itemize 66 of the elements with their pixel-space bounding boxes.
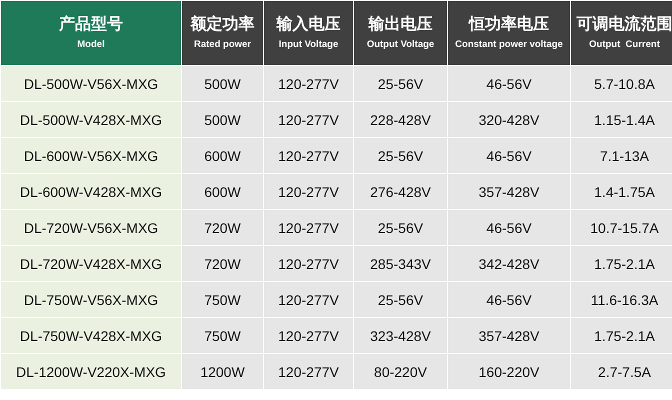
table-cell: 160-220V bbox=[448, 354, 570, 390]
column-title: 可调电流范围 bbox=[576, 14, 672, 34]
table-cell: 7.1-13A bbox=[570, 138, 672, 174]
model-name: DL-750W-V56X-MXG bbox=[0, 282, 182, 318]
column-subtitle: Rated power bbox=[192, 38, 252, 52]
table-cell: 600W bbox=[182, 174, 264, 210]
model-name: DL-750W-V428X-MXG bbox=[0, 318, 182, 354]
table-cell: 357-428V bbox=[448, 174, 570, 210]
table-cell: 46-56V bbox=[448, 210, 570, 246]
table-cell: 80-220V bbox=[354, 354, 448, 390]
column-title: 输入电压 bbox=[275, 14, 342, 34]
table-cell: 600W bbox=[182, 138, 264, 174]
table-cell: 342-428V bbox=[448, 246, 570, 282]
table-cell: 357-428V bbox=[448, 318, 570, 354]
table-cell: 25-56V bbox=[354, 138, 448, 174]
table-cell: 5.7-10.8A bbox=[570, 66, 672, 102]
table-cell: 750W bbox=[182, 318, 264, 354]
table-cell: 25-56V bbox=[354, 210, 448, 246]
column-subtitle: Model bbox=[76, 38, 106, 52]
column-subtitle: Input Voltage bbox=[278, 38, 340, 52]
table-cell: 720W bbox=[182, 210, 264, 246]
table-cell: 720W bbox=[182, 246, 264, 282]
table-cell: 1.75-2.1A bbox=[570, 246, 672, 282]
table-cell: 1.15-1.4A bbox=[570, 102, 672, 138]
table-cell: 46-56V bbox=[448, 282, 570, 318]
table-cell: 120-277V bbox=[264, 246, 354, 282]
table-cell: 11.6-16.3A bbox=[570, 282, 672, 318]
column-title: 输出电压 bbox=[367, 14, 434, 34]
column-subtitle: Output Voltage bbox=[366, 38, 436, 52]
table-cell: 500W bbox=[182, 66, 264, 102]
table-cell: 1.4-1.75A bbox=[570, 174, 672, 210]
column-subtitle: Constant power voltage bbox=[454, 38, 564, 52]
table-cell: 25-56V bbox=[354, 66, 448, 102]
table-cell: 2.7-7.5A bbox=[570, 354, 672, 390]
model-name: DL-500W-V428X-MXG bbox=[0, 102, 182, 138]
table-cell: 500W bbox=[182, 102, 264, 138]
table-cell: 46-56V bbox=[448, 138, 570, 174]
table-cell: 320-428V bbox=[448, 102, 570, 138]
model-name: DL-600W-V56X-MXG bbox=[0, 138, 182, 174]
model-name: DL-1200W-V220X-MXG bbox=[0, 354, 182, 390]
table-cell: 750W bbox=[182, 282, 264, 318]
model-name: DL-500W-V56X-MXG bbox=[0, 66, 182, 102]
table-cell: 285-343V bbox=[354, 246, 448, 282]
model-name: DL-600W-V428X-MXG bbox=[0, 174, 182, 210]
table-cell: 120-277V bbox=[264, 354, 354, 390]
table-cell: 120-277V bbox=[264, 102, 354, 138]
table-cell: 1200W bbox=[182, 354, 264, 390]
table-cell: 323-428V bbox=[354, 318, 448, 354]
model-name: DL-720W-V56X-MXG bbox=[0, 210, 182, 246]
table-cell: 10.7-15.7A bbox=[570, 210, 672, 246]
table-cell: 228-428V bbox=[354, 102, 448, 138]
table-cell: 120-277V bbox=[264, 66, 354, 102]
column-title: 额定功率 bbox=[189, 14, 256, 34]
table-cell: 120-277V bbox=[264, 138, 354, 174]
model-name: DL-720W-V428X-MXG bbox=[0, 246, 182, 282]
table-cell: 276-428V bbox=[354, 174, 448, 210]
table-cell: 120-277V bbox=[264, 282, 354, 318]
column-subtitle: Output Current bbox=[588, 38, 661, 52]
table-cell: 120-277V bbox=[264, 318, 354, 354]
table-cell: 120-277V bbox=[264, 210, 354, 246]
table-cell: 25-56V bbox=[354, 282, 448, 318]
table-cell: 46-56V bbox=[448, 66, 570, 102]
column-title: 产品型号 bbox=[58, 14, 124, 34]
column-title: 恒功率电压 bbox=[467, 14, 550, 34]
table-cell: 120-277V bbox=[264, 174, 354, 210]
table-cell: 1.75-2.1A bbox=[570, 318, 672, 354]
